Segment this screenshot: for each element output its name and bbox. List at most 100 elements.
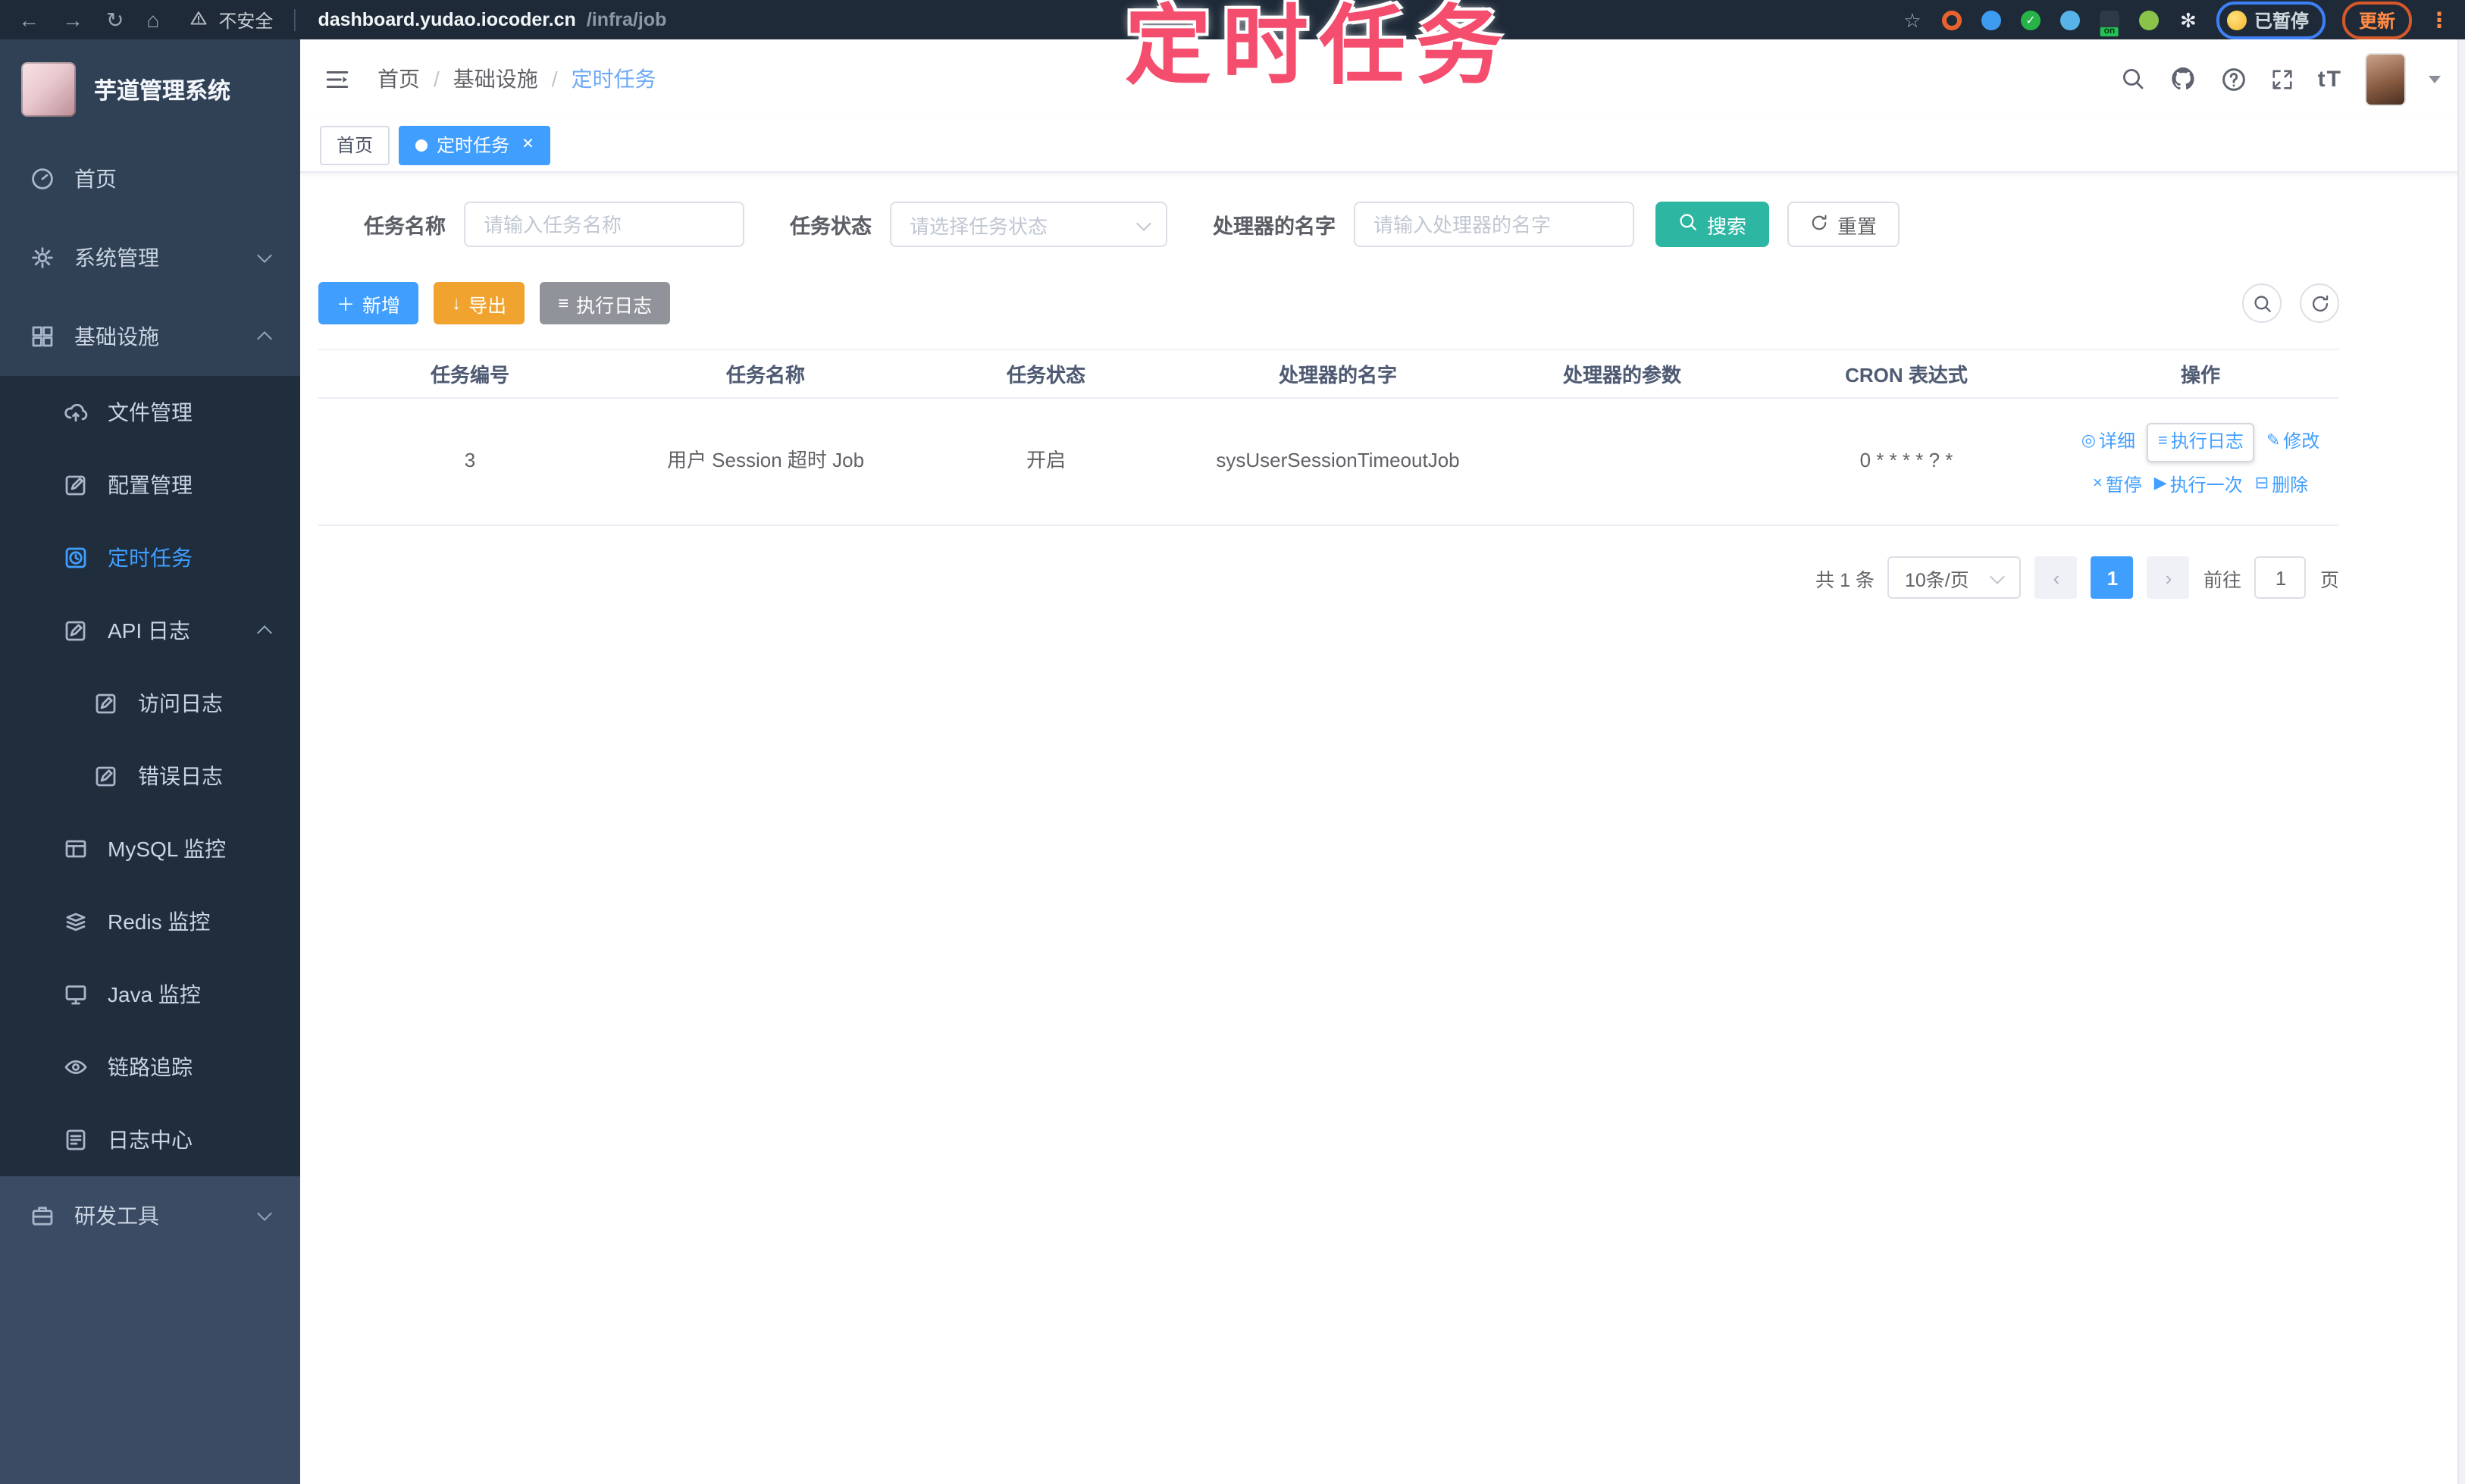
briefcase-icon [32, 1207, 53, 1226]
paused-extension-badge[interactable]: 已暂停 [2216, 1, 2326, 39]
logo-row[interactable]: 芋道管理系统 [0, 39, 300, 139]
sidebar-item-dev-tools[interactable]: 研发工具 [0, 1176, 300, 1255]
ext-blue-grid-icon[interactable] [2059, 8, 2081, 31]
fullscreen-icon[interactable] [2271, 67, 2294, 90]
ext-green-check-icon[interactable]: ✓ [2019, 8, 2042, 31]
browser-nav: ← → ↻ ⌂ [0, 7, 159, 33]
pendoc-icon [96, 766, 116, 787]
fullscreen-icon [2272, 69, 2292, 89]
cell-job-name: 用户 Session 超时 Job [666, 449, 865, 472]
hamburger-icon[interactable] [324, 66, 350, 92]
search-icon[interactable] [2121, 67, 2145, 91]
on-badge: on [2100, 27, 2119, 36]
sidebar-item-infra[interactable]: 基础设施 [0, 297, 300, 376]
export-button[interactable]: ↓ 导出 [434, 282, 525, 324]
sidebar-item-label: 日志中心 [108, 1128, 193, 1152]
sidebar-item-job[interactable]: 定时任务 [0, 521, 300, 594]
tab-label: 首页 [337, 135, 374, 156]
home-icon[interactable]: ⌂ [146, 8, 159, 32]
url-domain: dashboard.yudao.iocoder.cn [318, 9, 576, 30]
avatar-caret-icon[interactable] [2429, 75, 2441, 83]
page-suffix-label: 页 [2319, 569, 2339, 590]
pause-icon: × [2092, 474, 2103, 493]
op-执行日志-link[interactable]: ≡ 执行日志 [2147, 423, 2254, 462]
sidebar-item-system[interactable]: 系统管理 [0, 218, 300, 297]
font-size-icon[interactable]: tT [2318, 66, 2342, 92]
eye-icon: ◎ [2081, 432, 2096, 451]
browser-update-button[interactable]: 更新 [2341, 1, 2412, 39]
page-1-button[interactable]: 1 [2091, 556, 2134, 599]
ext-blue-drop-icon[interactable] [1980, 8, 2003, 31]
tab-首页[interactable]: 首页 [320, 125, 390, 164]
sidebar-item-file[interactable]: 文件管理 [0, 376, 300, 449]
op-删除-link[interactable]: ⊟ 删除 [2255, 471, 2308, 499]
sidebar-item-mysql[interactable]: MySQL 监控 [0, 812, 300, 885]
list-icon: ≡ [558, 293, 569, 314]
sidebar-item-redis[interactable]: Redis 监控 [0, 885, 300, 958]
sidebar-item-access-log[interactable]: 访问日志 [0, 667, 300, 740]
chevron-down-icon [1990, 569, 2006, 584]
content: 任务名称 任务状态 请选择任务状态 处理器的名字 搜索 [300, 173, 2465, 1484]
search-icon [1680, 214, 1696, 230]
sidebar-item-log-center[interactable]: 日志中心 [0, 1104, 300, 1176]
ext-orange-ring-icon[interactable] [1940, 8, 1963, 31]
sidebar-item-trace[interactable]: 链路追踪 [0, 1031, 300, 1104]
add-button-label: 新增 [362, 295, 401, 316]
job-status-select[interactable]: 请选择任务状态 [890, 202, 1167, 247]
breadcrumb-separator: / [434, 67, 440, 91]
browser-menu-icon[interactable]: ⋮ [2429, 7, 2450, 33]
sidebar-item-label: API 日志 [108, 618, 190, 643]
emoji-face-icon [2226, 10, 2247, 30]
scrollbar-track[interactable] [2457, 39, 2465, 1484]
sidebar-item-config[interactable]: 配置管理 [0, 449, 300, 521]
github-icon[interactable] [2169, 65, 2197, 92]
close-icon[interactable]: ✕ [522, 136, 534, 153]
sidebar-item-label: 访问日志 [138, 691, 223, 715]
paused-label: 已暂停 [2254, 10, 2309, 31]
ext-green-leaf-icon[interactable] [2138, 8, 2160, 31]
goto-page-input[interactable] [2254, 556, 2307, 599]
sidebar-item-error-log[interactable]: 错误日志 [0, 740, 300, 812]
forward-icon[interactable]: → [62, 8, 83, 32]
column-header: 任务状态 [1006, 364, 1085, 387]
sidebar-item-api-log[interactable]: API 日志 [0, 594, 300, 667]
op-暂停-link[interactable]: × 暂停 [2093, 471, 2142, 499]
navbar-tools: tT [2121, 54, 2441, 104]
play-icon: ▶ [2153, 474, 2167, 493]
search-button[interactable]: 搜索 [1655, 202, 1770, 247]
refresh-button[interactable] [2300, 283, 2339, 323]
add-button[interactable]: ＋ 新增 [318, 282, 419, 324]
bookmark-star-icon[interactable]: ☆ [1901, 8, 1924, 31]
warn-icon [190, 11, 207, 24]
sidebar-item-home[interactable]: 首页 [0, 139, 300, 218]
address-bar[interactable]: 不安全 │ dashboard.yudao.iocoder.cn/infra/j… [189, 7, 666, 33]
job-name-input[interactable] [464, 202, 744, 247]
back-icon[interactable]: ← [18, 8, 39, 32]
chevron-up-icon [257, 331, 272, 346]
ext-paw-icon[interactable]: ✻ [2177, 8, 2200, 31]
column-header: 处理器的参数 [1562, 364, 1681, 387]
toggle-search-button[interactable] [2242, 283, 2282, 323]
breadcrumb-item[interactable]: 基础设施 [453, 64, 538, 94]
reset-button[interactable]: 重置 [1787, 202, 1900, 247]
op-详细-link[interactable]: ◎ 详细 [2081, 428, 2135, 457]
op-修改-link[interactable]: ✎ 修改 [2266, 428, 2319, 457]
help-icon[interactable] [2221, 66, 2247, 92]
cell-job-id: 3 [464, 449, 476, 472]
pendoc-icon [65, 621, 86, 641]
prev-page-button[interactable]: ‹ [2034, 556, 2078, 599]
handler-name-input[interactable] [1354, 202, 1634, 247]
ext-dark-on-icon[interactable]: on [2098, 8, 2121, 36]
avatar[interactable] [2366, 54, 2404, 104]
page-size-select[interactable]: 10条/页 [1887, 556, 2022, 599]
tab-定时任务[interactable]: 定时任务 ✕ [399, 125, 551, 164]
sidebar-item-java[interactable]: Java 监控 [0, 958, 300, 1031]
search-icon [1678, 212, 1698, 236]
export-button-label: 导出 [468, 295, 507, 316]
exec-log-button[interactable]: ≡ 执行日志 [540, 282, 671, 324]
reload-icon[interactable]: ↻ [106, 7, 124, 33]
op-执行一次-link[interactable]: ▶ 执行一次 [2154, 471, 2243, 499]
table-tools [2242, 283, 2339, 323]
next-page-button[interactable]: › [2147, 556, 2190, 599]
breadcrumb-item[interactable]: 首页 [377, 64, 420, 94]
